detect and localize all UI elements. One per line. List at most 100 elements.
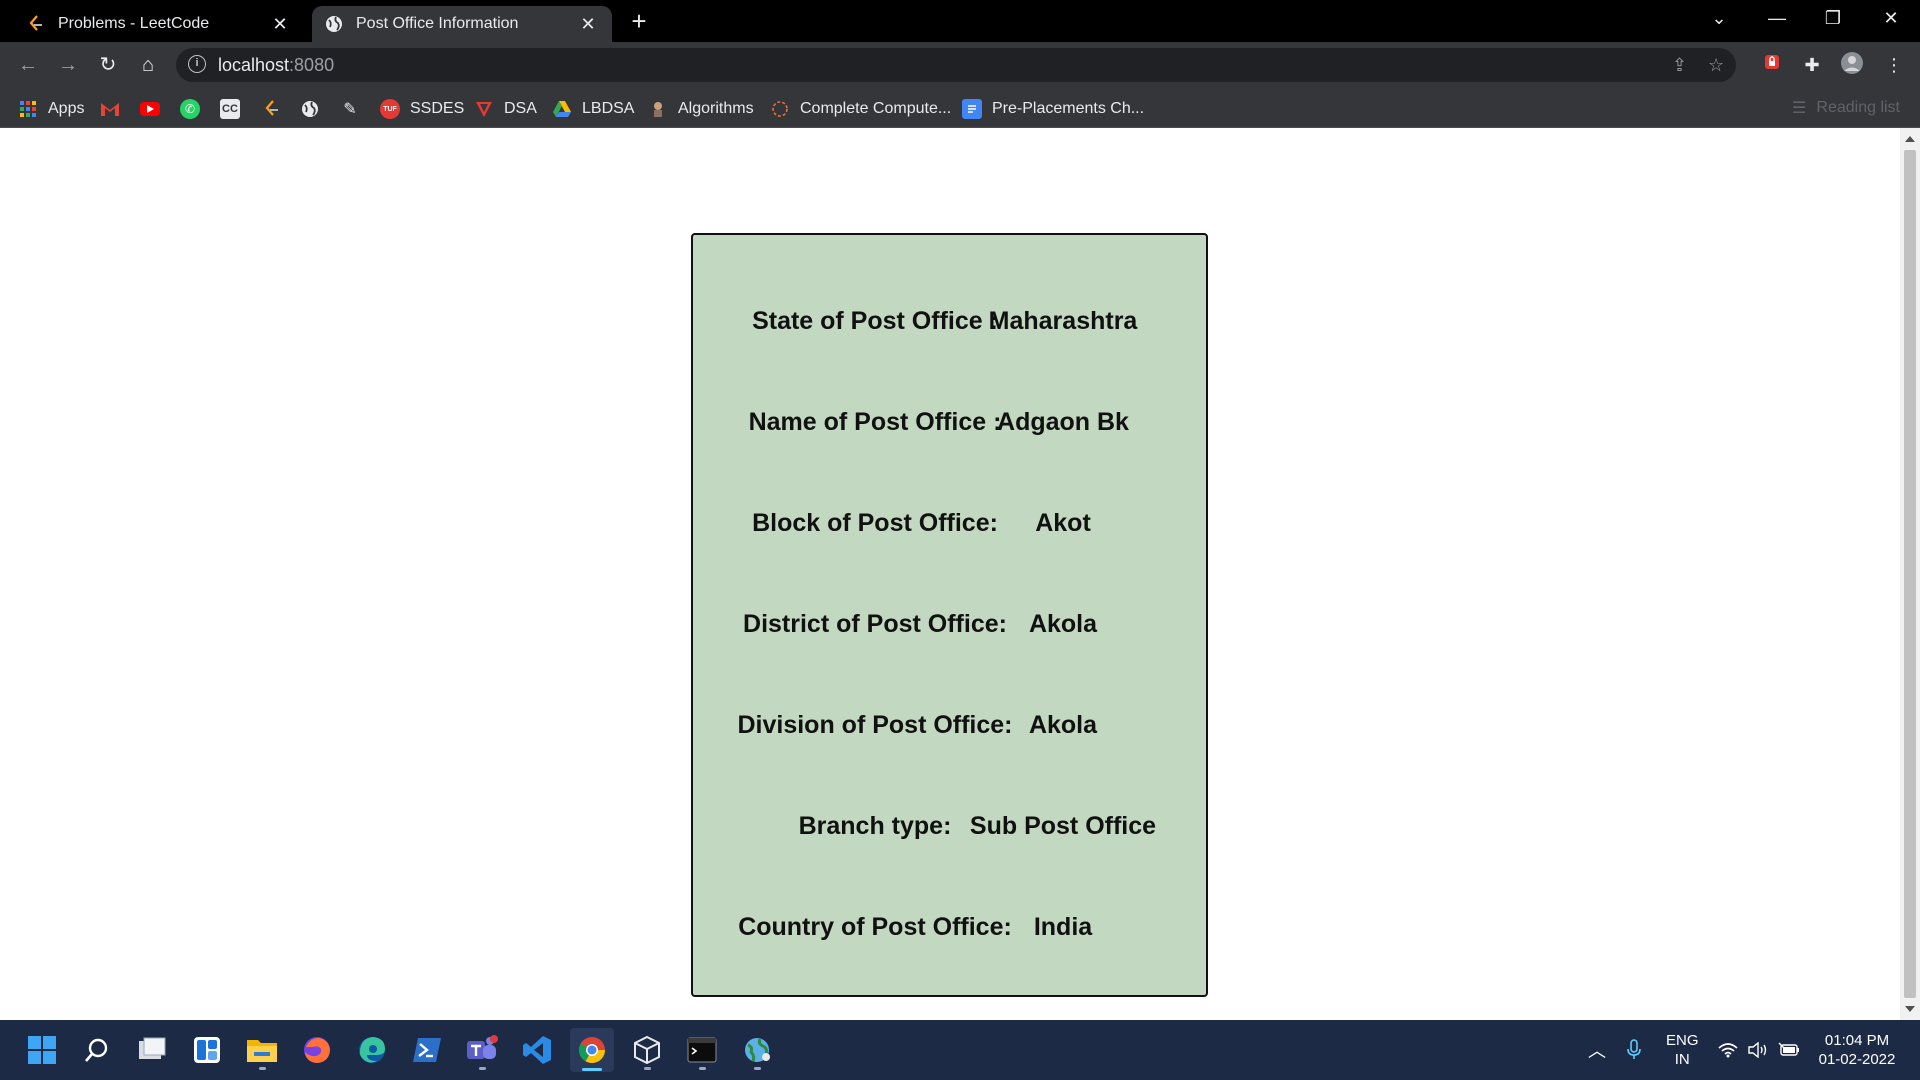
back-button[interactable]: ← [14,51,42,79]
microphone-icon[interactable] [1626,1020,1642,1080]
name-value: Adgaon Bk [997,408,1129,436]
branch-type-value: Sub Post Office [969,812,1157,840]
bookmark-globe[interactable] [300,98,330,120]
tab-search-icon[interactable]: ⌄ [1694,0,1744,36]
scroll-up-arrow-icon[interactable] [1905,136,1915,142]
menu-kebab-icon[interactable]: ⋮ [1880,51,1908,79]
teams-icon[interactable] [460,1028,504,1072]
bookmark-label: LBDSA [582,100,635,117]
profile-avatar[interactable] [1838,51,1866,79]
bookmark-ssdes[interactable]: TUF SSDES [380,98,464,120]
search-icon[interactable] [75,1028,119,1072]
info-row-branch-type: Branch type: Sub Post Office [693,812,1206,852]
info-row-state: State of Post Office : Maharashtra [693,307,1206,347]
region-label: IN [1674,1051,1690,1068]
tab-post-office[interactable]: Post Office Information ✕ [312,6,612,42]
bookmark-lbdsa[interactable]: LBDSA [552,98,634,120]
new-tab-button[interactable]: + [624,6,654,36]
url-port: :8080 [289,55,335,75]
restore-button[interactable]: ❐ [1808,0,1858,36]
language-indicator[interactable]: ENG IN [1666,1020,1699,1080]
close-tab-icon[interactable]: ✕ [268,14,292,35]
info-row-division: Division of Post Office: Akola [693,711,1206,751]
close-window-button[interactable]: ✕ [1866,0,1916,36]
widgets-icon[interactable] [185,1028,229,1072]
clock-date: 01-02-2022 [1818,1051,1896,1068]
home-button[interactable]: ⌂ [134,51,162,79]
task-view-icon[interactable] [130,1028,174,1072]
bookmark-label: Algorithms [678,100,754,117]
feather-icon: ✎ [343,101,357,118]
scroll-down-arrow-icon[interactable] [1905,1006,1915,1012]
bookmark-dsa[interactable]: DSA [474,98,537,120]
info-row-block: Block of Post Office: Akot [693,509,1206,549]
edge-icon[interactable] [350,1028,394,1072]
bookmark-label: Apps [48,100,85,117]
vscode-icon[interactable] [515,1028,559,1072]
whatsapp-icon: ✆ [180,99,200,119]
algorithms-icon [648,99,668,119]
chrome-icon[interactable] [570,1028,614,1072]
bookmark-whatsapp[interactable]: ✆ [180,98,210,120]
apps-grid-icon [18,99,38,119]
network-globe-app-icon[interactable] [735,1028,779,1072]
terminal-icon[interactable] [680,1028,724,1072]
battery-icon[interactable] [1778,1020,1800,1080]
volume-icon[interactable] [1748,1020,1768,1080]
extension-lock-icon[interactable] [1758,51,1786,79]
bookmark-youtube[interactable] [140,98,170,120]
powershell-icon[interactable] [405,1028,449,1072]
reload-button[interactable]: ↻ [94,51,122,79]
info-row-country: Country of Post Office: India [693,913,1206,953]
reading-list-label: Reading list [1816,99,1900,116]
globe-icon [324,14,344,34]
tab-title: Post Office Information [356,15,519,32]
file-explorer-icon[interactable] [240,1028,284,1072]
language-label: ENG [1666,1032,1699,1049]
tab-strip: Problems - LeetCode ✕ Post Office Inform… [0,0,1920,42]
leetcode-icon [262,99,282,119]
bookmark-complete-compute[interactable]: Complete Compute... [770,98,951,120]
page-scrollbar[interactable] [1900,128,1920,1020]
bookmark-algorithms[interactable]: Algorithms [648,98,754,120]
clock-time: 01:04 PM [1824,1032,1890,1049]
leetcode-icon [26,14,46,34]
dsa-icon [474,99,494,119]
active-indicator [582,1068,602,1071]
tab-leetcode[interactable]: Problems - LeetCode ✕ [14,6,304,42]
3d-box-icon[interactable] [625,1028,669,1072]
bookmark-apps[interactable]: Apps [18,98,84,120]
site-info-icon[interactable]: i [188,55,206,73]
info-row-name: Name of Post Office : Adgaon Bk [693,408,1206,448]
reading-list[interactable]: ☰ Reading list [1792,98,1900,118]
extensions-puzzle-icon[interactable]: ✚ [1798,51,1826,79]
tuf-icon: TUF [380,99,400,119]
url-host: localhost [218,55,290,75]
firefox-icon[interactable] [295,1028,339,1072]
wifi-icon[interactable] [1718,1020,1738,1080]
post-office-card: State of Post Office : Maharashtra Name … [691,233,1208,997]
running-indicator [699,1067,706,1070]
bookmark-leetcode[interactable] [262,98,292,120]
bookmark-gmail[interactable] [100,98,130,120]
bookmark-label: SSDES [410,100,465,117]
bookmark-cc[interactable]: CC [220,98,250,120]
bookmark-star-icon[interactable]: ☆ [1708,55,1724,76]
minimize-button[interactable]: — [1752,0,1802,36]
forward-button[interactable]: → [54,51,82,79]
windows-taskbar: ︿ ENG IN 01:04 PM 01-02-2022 [0,1020,1920,1080]
clock[interactable]: 01:04 PM 01-02-2022 [1808,1020,1906,1080]
show-hidden-icons-button[interactable]: ︿ [1588,1020,1606,1080]
url-text[interactable]: localhost:8080 [218,55,334,76]
info-row-district: District of Post Office: Akola [693,610,1206,650]
scroll-thumb[interactable] [1904,150,1916,998]
address-bar[interactable]: i localhost:8080 ⇪ ☆ [176,48,1736,82]
start-button[interactable] [20,1028,64,1072]
close-tab-icon[interactable]: ✕ [576,14,600,35]
share-icon[interactable]: ⇪ [1672,55,1687,76]
tab-title: Problems - LeetCode [58,15,210,32]
bookmark-feather[interactable]: ✎ [340,98,370,120]
block-value: Akot [1035,509,1091,537]
bookmark-pre-placements[interactable]: Pre-Placements Ch... [962,98,1144,120]
globe-icon [300,99,320,119]
